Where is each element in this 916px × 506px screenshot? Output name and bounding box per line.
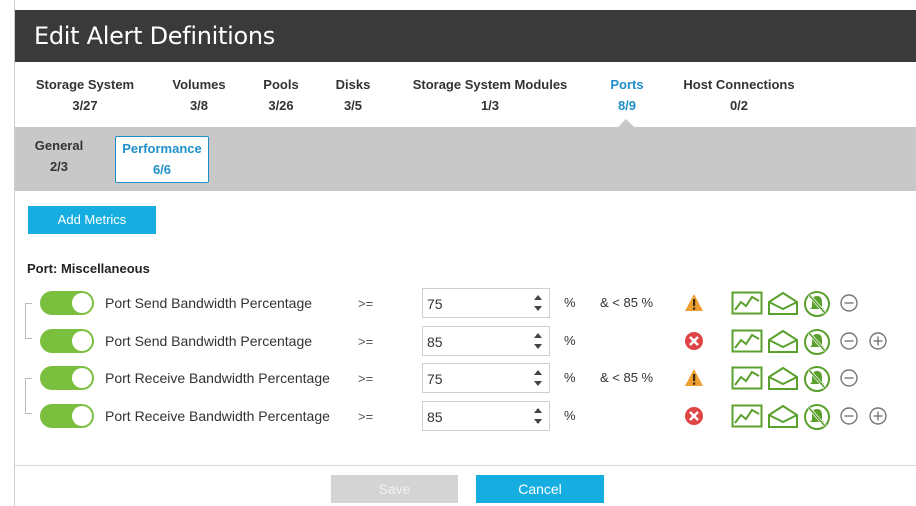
tab-label: Storage System Modules	[412, 77, 568, 92]
tab-count: 8/9	[617, 98, 637, 113]
stepper-arrows-icon[interactable]	[533, 367, 543, 389]
chart-icon[interactable]	[731, 403, 763, 429]
tab-count: 0/2	[729, 98, 749, 113]
threshold-input[interactable]	[423, 289, 529, 319]
tab-count: 6/6	[152, 162, 172, 177]
alert-row: Port Send Bandwidth Percentage >= %	[15, 326, 916, 357]
email-icon[interactable]	[767, 403, 799, 429]
threshold-field	[422, 288, 550, 319]
tab-pools[interactable]: Pools 3/26	[257, 77, 305, 113]
toggle-knob	[72, 331, 92, 351]
enable-toggle[interactable]	[40, 291, 94, 315]
tab-label: Storage System	[35, 77, 135, 92]
toggle-knob	[72, 406, 92, 426]
email-icon[interactable]	[767, 290, 799, 316]
stepper-arrows-icon[interactable]	[533, 405, 543, 427]
tab-count: 2/3	[49, 159, 69, 174]
operator-select[interactable]: >=	[358, 409, 373, 424]
tab-label: Performance	[122, 141, 202, 156]
email-icon[interactable]	[767, 365, 799, 391]
critical-icon	[685, 407, 703, 425]
tab-performance[interactable]: Performance 6/6	[115, 136, 209, 183]
operator-select[interactable]: >=	[358, 371, 373, 386]
tab-host-connections[interactable]: Host Connections 0/2	[675, 77, 803, 113]
stepper-arrows-icon[interactable]	[533, 330, 543, 352]
tab-label: Pools	[263, 77, 299, 92]
threshold-field	[422, 401, 550, 432]
unit-label: %	[564, 333, 576, 348]
threshold-input[interactable]	[423, 364, 529, 394]
tab-disks[interactable]: Disks 3/5	[331, 77, 375, 113]
tab-volumes[interactable]: Volumes 3/8	[167, 77, 231, 113]
edit-alert-dialog: Edit Alert Definitions Storage System 3/…	[15, 10, 916, 506]
suppress-alert-icon[interactable]	[803, 328, 831, 356]
save-button[interactable]: Save	[331, 475, 458, 503]
chart-icon[interactable]	[731, 328, 763, 354]
dialog-title: Edit Alert Definitions	[15, 10, 916, 62]
tab-count: 3/26	[268, 98, 294, 113]
remove-condition-icon[interactable]	[839, 368, 859, 388]
critical-icon	[685, 332, 703, 350]
metric-name: Port Send Bandwidth Percentage	[105, 295, 313, 311]
threshold-field	[422, 326, 550, 357]
tab-count: 3/5	[343, 98, 363, 113]
unit-label: %	[564, 370, 576, 385]
suppress-alert-icon[interactable]	[803, 365, 831, 393]
alert-row: Port Receive Bandwidth Percentage >= % &…	[15, 363, 916, 394]
tab-storage-system-modules[interactable]: Storage System Modules 1/3	[403, 77, 577, 113]
suppress-alert-icon[interactable]	[803, 403, 831, 431]
metric-name: Port Receive Bandwidth Percentage	[105, 370, 330, 386]
footer-divider	[15, 465, 916, 466]
remove-condition-icon[interactable]	[839, 293, 859, 313]
range-label: & < 85 %	[600, 295, 654, 310]
alert-row: Port Send Bandwidth Percentage >= % & < …	[15, 288, 916, 319]
unit-label: %	[564, 295, 576, 310]
remove-condition-icon[interactable]	[839, 406, 859, 426]
tab-count: 3/27	[72, 98, 98, 113]
tab-storage-system[interactable]: Storage System 3/27	[31, 77, 139, 113]
warning-icon	[685, 294, 703, 311]
tab-general[interactable]: General 2/3	[29, 138, 89, 174]
enable-toggle[interactable]	[40, 329, 94, 353]
metric-name: Port Send Bandwidth Percentage	[105, 333, 313, 349]
metric-name: Port Receive Bandwidth Percentage	[105, 408, 330, 424]
enable-toggle[interactable]	[40, 366, 94, 390]
tab-label: Host Connections	[683, 77, 795, 92]
unit-label: %	[564, 408, 576, 423]
warning-icon	[685, 369, 703, 386]
range-label: & < 85 %	[600, 370, 654, 385]
tab-label: General	[34, 138, 84, 153]
chart-icon[interactable]	[731, 365, 763, 391]
tab-ports[interactable]: Ports 8/9	[603, 77, 651, 113]
threshold-input[interactable]	[423, 327, 529, 357]
alert-row: Port Receive Bandwidth Percentage >= %	[15, 401, 916, 432]
resource-tabs: Storage System 3/27 Volumes 3/8 Pools 3/…	[15, 62, 916, 127]
toggle-knob	[72, 368, 92, 388]
tab-label: Disks	[335, 77, 371, 92]
tab-count: 3/8	[189, 98, 209, 113]
tab-count: 1/3	[480, 98, 500, 113]
remove-condition-icon[interactable]	[839, 331, 859, 351]
category-tabs: General 2/3 Performance 6/6	[15, 127, 916, 191]
toggle-knob	[72, 293, 92, 313]
cancel-button[interactable]: Cancel	[476, 475, 604, 503]
tab-label: Volumes	[172, 77, 226, 92]
tab-label: Ports	[610, 77, 644, 92]
stepper-arrows-icon[interactable]	[533, 292, 543, 314]
operator-select[interactable]: >=	[358, 334, 373, 349]
suppress-alert-icon[interactable]	[803, 290, 831, 318]
active-tab-caret	[618, 119, 634, 127]
operator-select[interactable]: >=	[358, 296, 373, 311]
email-icon[interactable]	[767, 328, 799, 354]
add-condition-icon[interactable]	[868, 331, 888, 351]
threshold-field	[422, 363, 550, 394]
chart-icon[interactable]	[731, 290, 763, 316]
threshold-input[interactable]	[423, 402, 529, 432]
add-metrics-button[interactable]: Add Metrics	[28, 206, 156, 234]
enable-toggle[interactable]	[40, 404, 94, 428]
add-condition-icon[interactable]	[868, 406, 888, 426]
section-title: Port: Miscellaneous	[27, 261, 150, 276]
